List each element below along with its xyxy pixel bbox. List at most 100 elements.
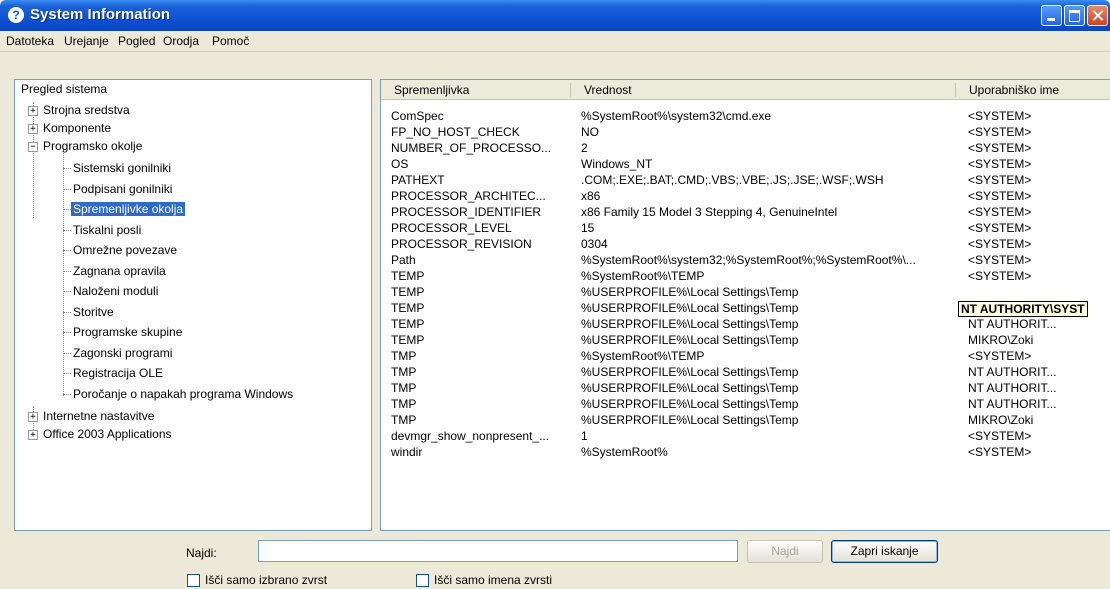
table-cell-value[interactable]: %USERPROFILE%\Local Settings\Temp xyxy=(581,333,951,347)
close-search-button[interactable]: Zapri iskanje xyxy=(831,540,938,563)
maximize-button[interactable] xyxy=(1064,5,1085,26)
table-cell-username[interactable]: <SYSTEM> xyxy=(968,157,1108,171)
tree-item[interactable]: Omrežne povezave xyxy=(15,242,365,260)
menu-pomoc[interactable]: Pomoč xyxy=(212,34,249,48)
tree-item[interactable]: + Internetne nastavitve xyxy=(15,408,365,426)
table-cell-username[interactable]: <SYSTEM> xyxy=(968,445,1108,459)
table-cell-username[interactable]: <SYSTEM> xyxy=(968,253,1108,267)
table-cell-variable[interactable]: TEMP xyxy=(391,285,571,299)
table-cell-username[interactable]: <SYSTEM> xyxy=(968,173,1108,187)
table-cell-username[interactable]: <SYSTEM> xyxy=(968,141,1108,155)
tree-item[interactable]: Tiskalni posli xyxy=(15,222,365,240)
table-cell-variable[interactable]: OS xyxy=(391,157,571,171)
variables-table[interactable]: Spremenljivka Vrednost Uporabniško ime C… xyxy=(380,79,1110,531)
table-cell-username[interactable]: <SYSTEM> xyxy=(968,221,1108,235)
tree-root[interactable]: Pregled sistema xyxy=(21,82,107,96)
tree-item[interactable]: Naloženi moduli xyxy=(15,283,365,301)
table-cell-variable[interactable]: PROCESSOR_LEVEL xyxy=(391,221,571,235)
table-cell-value[interactable]: %USERPROFILE%\Local Settings\Temp xyxy=(581,285,951,299)
search-input[interactable] xyxy=(258,540,738,562)
table-cell-value[interactable]: 2 xyxy=(581,141,951,155)
tree-item[interactable]: Zagnana opravila xyxy=(15,263,365,281)
table-cell-username[interactable]: NT AUTHORIT... xyxy=(968,381,1108,395)
table-cell-username[interactable]: <SYSTEM> xyxy=(968,429,1108,443)
tree-item[interactable]: Poročanje o napakah programa Windows xyxy=(15,386,365,404)
minimize-button[interactable] xyxy=(1041,5,1062,26)
table-cell-username[interactable]: MIKRO\Zoki xyxy=(968,333,1108,347)
column-header-value[interactable]: Vrednost xyxy=(571,80,956,100)
collapse-icon[interactable]: − xyxy=(28,142,38,152)
table-cell-username[interactable]: NT AUTHORIT... xyxy=(968,397,1108,411)
table-cell-value[interactable]: %USERPROFILE%\Local Settings\Temp xyxy=(581,365,951,379)
tree-item[interactable]: Spremenljivke okolja xyxy=(15,201,365,219)
expand-icon[interactable]: + xyxy=(28,412,38,422)
tree-item[interactable]: Registracija OLE xyxy=(15,365,365,383)
table-cell-value[interactable]: 15 xyxy=(581,221,951,235)
table-cell-variable[interactable]: Path xyxy=(391,253,571,267)
table-cell-value[interactable]: %SystemRoot%\TEMP xyxy=(581,269,951,283)
table-cell-variable[interactable]: ComSpec xyxy=(391,109,571,123)
tree-item[interactable]: − Programsko okolje xyxy=(15,138,365,156)
menu-urejanje[interactable]: Urejanje xyxy=(64,34,109,48)
column-header-variable[interactable]: Spremenljivka xyxy=(381,80,571,100)
menu-datoteka[interactable]: Datoteka xyxy=(6,34,54,48)
table-cell-username[interactable]: NT AUTHORIT... xyxy=(968,317,1108,331)
table-cell-variable[interactable]: TEMP xyxy=(391,333,571,347)
table-cell-variable[interactable]: TEMP xyxy=(391,317,571,331)
table-cell-username[interactable]: MIKRO\Zoki xyxy=(968,413,1108,427)
column-header-username[interactable]: Uporabniško ime xyxy=(956,80,1110,100)
table-cell-variable[interactable]: TMP xyxy=(391,397,571,411)
tree-item[interactable]: Podpisani gonilniki xyxy=(15,181,365,199)
tree-item[interactable]: Sistemski gonilniki xyxy=(15,160,365,178)
category-tree[interactable]: Pregled sistema + Strojna sredstva + Kompon… xyxy=(14,79,372,531)
table-cell-value[interactable]: NO xyxy=(581,125,951,139)
tree-item[interactable]: Programske skupine xyxy=(15,324,365,342)
table-cell-variable[interactable]: PROCESSOR_ARCHITEC... xyxy=(391,189,571,203)
table-cell-variable[interactable]: TMP xyxy=(391,413,571,427)
table-cell-value[interactable]: %USERPROFILE%\Local Settings\Temp xyxy=(581,317,951,331)
table-cell-username[interactable]: <SYSTEM> xyxy=(968,269,1108,283)
close-button[interactable] xyxy=(1087,5,1108,26)
table-cell-value[interactable]: 1 xyxy=(581,429,951,443)
table-cell-username[interactable]: <SYSTEM> xyxy=(968,125,1108,139)
table-cell-value[interactable]: %USERPROFILE%\Local Settings\Temp xyxy=(581,413,951,427)
table-cell-variable[interactable]: PROCESSOR_REVISION xyxy=(391,237,571,251)
search-selected-category-checkbox[interactable] xyxy=(187,574,200,587)
table-cell-value[interactable]: %USERPROFILE%\Local Settings\Temp xyxy=(581,301,951,315)
table-cell-value[interactable]: %USERPROFILE%\Local Settings\Temp xyxy=(581,397,951,411)
expand-icon[interactable]: + xyxy=(28,106,38,116)
table-cell-value[interactable]: %USERPROFILE%\Local Settings\Temp xyxy=(581,381,951,395)
table-cell-variable[interactable]: PATHEXT xyxy=(391,173,571,187)
table-cell-value[interactable]: %SystemRoot% xyxy=(581,445,951,459)
tree-item[interactable]: + Office 2003 Applications xyxy=(15,426,365,444)
table-cell-variable[interactable]: NUMBER_OF_PROCESSO... xyxy=(391,141,571,155)
tree-item[interactable]: + Strojna sredstva xyxy=(15,102,365,120)
table-cell-value[interactable]: 0304 xyxy=(581,237,951,251)
table-cell-username[interactable]: <SYSTEM> xyxy=(968,189,1108,203)
table-cell-value[interactable]: %SystemRoot%\system32;%SystemRoot%;%Syst… xyxy=(581,253,951,267)
table-cell-username[interactable]: <SYSTEM> xyxy=(968,205,1108,219)
table-cell-value[interactable]: %SystemRoot%\TEMP xyxy=(581,349,951,363)
title-bar[interactable]: ? System Information xyxy=(0,0,1110,31)
table-cell-variable[interactable]: windir xyxy=(391,445,571,459)
table-cell-variable[interactable]: FP_NO_HOST_CHECK xyxy=(391,125,571,139)
tree-item[interactable]: Zagonski programi xyxy=(15,345,365,363)
tree-item[interactable]: + Komponente xyxy=(15,120,365,138)
menu-orodja[interactable]: Orodja xyxy=(163,34,199,48)
find-button[interactable]: Najdi xyxy=(747,540,823,563)
table-cell-username[interactable]: <SYSTEM> xyxy=(968,237,1108,251)
table-cell-variable[interactable]: TMP xyxy=(391,381,571,395)
table-cell-variable[interactable]: TMP xyxy=(391,349,571,363)
table-cell-variable[interactable]: TMP xyxy=(391,365,571,379)
table-cell-value[interactable]: %SystemRoot%\system32\cmd.exe xyxy=(581,109,951,123)
table-cell-username[interactable]: <SYSTEM> xyxy=(968,109,1108,123)
table-cell-username[interactable]: <SYSTEM> xyxy=(968,349,1108,363)
expand-icon[interactable]: + xyxy=(28,430,38,440)
table-cell-username[interactable]: NT AUTHORIT... xyxy=(968,365,1108,379)
menu-pogled[interactable]: Pogled xyxy=(118,34,155,48)
expand-icon[interactable]: + xyxy=(28,124,38,134)
table-cell-value[interactable]: .COM;.EXE;.BAT;.CMD;.VBS;.VBE;.JS;.JSE;.… xyxy=(581,173,951,187)
tree-item[interactable]: Storitve xyxy=(15,304,365,322)
table-cell-variable[interactable]: TEMP xyxy=(391,301,571,315)
table-cell-variable[interactable]: TEMP xyxy=(391,269,571,283)
